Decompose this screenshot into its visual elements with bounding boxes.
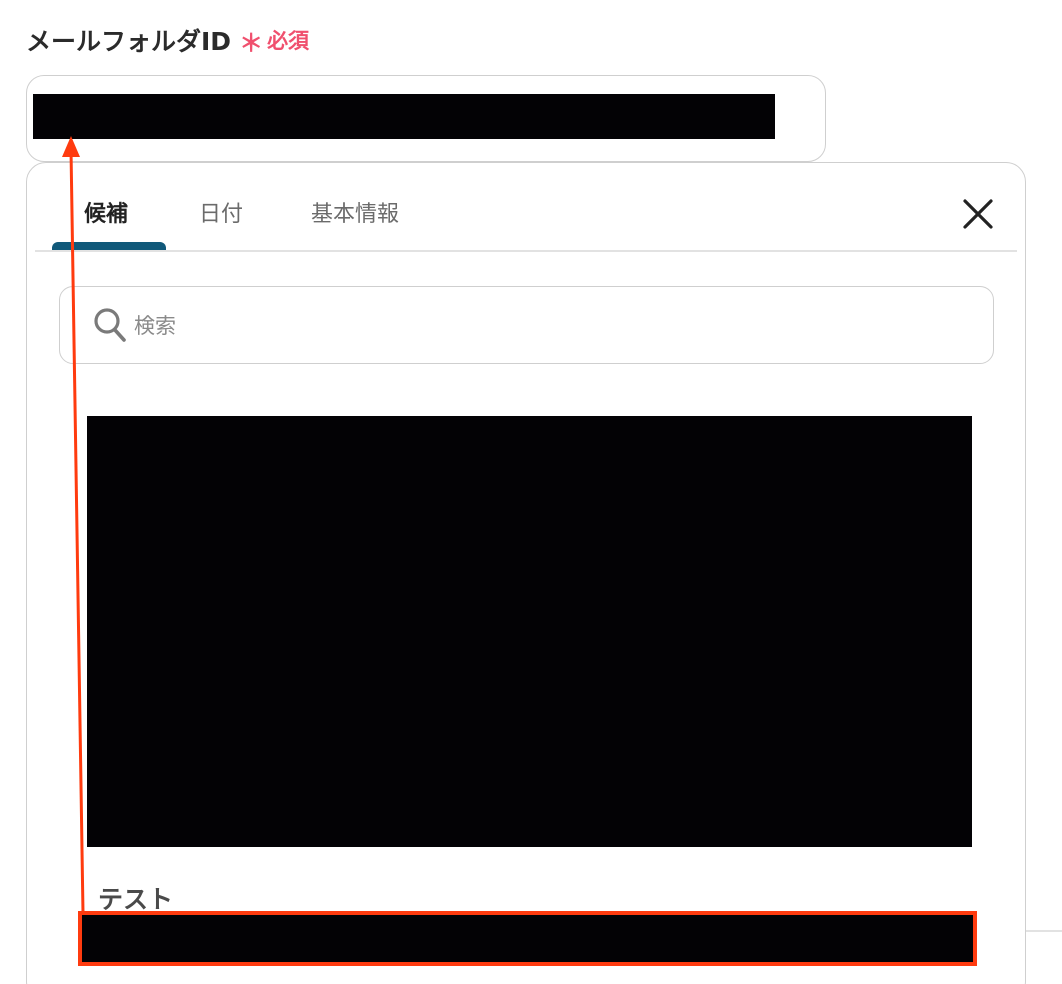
tab-date[interactable]: 日付 xyxy=(199,196,243,228)
search-icon xyxy=(94,308,126,342)
redacted-candidate-list xyxy=(87,416,972,847)
field-label-text: メールフォルダID xyxy=(26,27,232,56)
required-mark: ＊ xyxy=(239,28,264,57)
divider-line xyxy=(1026,930,1062,932)
close-button[interactable] xyxy=(958,194,998,234)
form-root: メールフォルダID ＊ 必須 候補 日付 基本情報 テスト xyxy=(0,0,1062,984)
redacted-input-value xyxy=(33,94,775,139)
required-text: 必須 xyxy=(267,29,310,53)
close-icon xyxy=(963,199,993,229)
tab-basic-info[interactable]: 基本情報 xyxy=(311,196,399,228)
tab-divider xyxy=(35,250,1017,252)
tab-candidates[interactable]: 候補 xyxy=(84,196,128,228)
search-input[interactable] xyxy=(134,304,954,348)
field-label: メールフォルダID ＊ 必須 xyxy=(26,22,309,58)
highlighted-candidate-item[interactable] xyxy=(78,911,977,966)
